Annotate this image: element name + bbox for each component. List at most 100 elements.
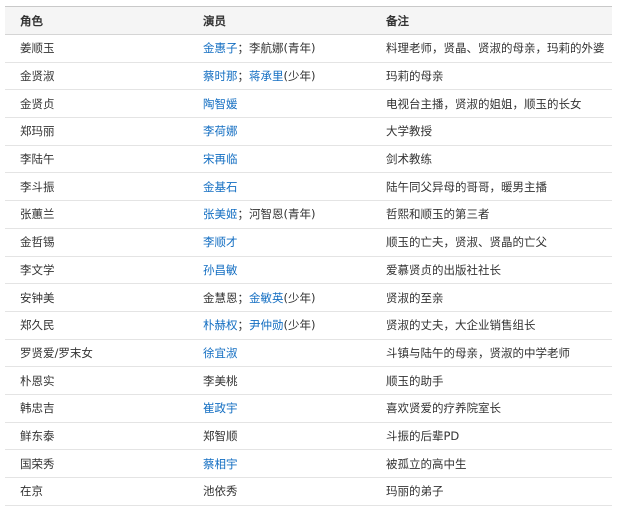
note-cell: 大学教授: [371, 117, 612, 146]
table-row: 郑玛丽 李荷娜 大学教授: [5, 117, 612, 146]
header-note: 备注: [371, 7, 612, 35]
actor-cell: 李美桃: [188, 366, 371, 395]
note-cell: 斗振的后辈PD: [371, 422, 612, 451]
actor-link[interactable]: 崔政宇: [203, 401, 238, 415]
cast-table-container: 角色 演员 备注 姜顺玉 金惠子；李航娜(青年) 料理老师，贤晶、贤淑的母亲，玛莉的…: [0, 0, 617, 506]
role-cell: 鲜东泰: [5, 422, 188, 451]
actor-link[interactable]: 孙昌敏: [203, 263, 238, 277]
actor-cell: 徐宜淑: [188, 339, 371, 368]
role-cell: 安钟美: [5, 283, 188, 312]
actor-text: ；: [237, 290, 250, 305]
actor-link[interactable]: 金敏英: [249, 291, 284, 305]
actor-text: ；李航娜(青年): [237, 41, 316, 56]
note-cell: 电视台主播，贤淑的姐姐，顺玉的长女: [371, 89, 612, 119]
role-cell: 李陆午: [5, 145, 188, 174]
note-cell: 贤淑的丈夫，大企业销售组长: [371, 311, 612, 340]
note-cell: 爱慕贤贞的出版社社长: [371, 256, 612, 285]
table-row: 郑久民 朴赫权；尹仲勋(少年) 贤淑的丈夫，大企业销售组长: [5, 311, 612, 340]
table-header: 角色 演员 备注: [5, 7, 612, 35]
note-cell: 料理老师，贤晶、贤淑的母亲，玛莉的外婆: [371, 34, 612, 63]
table-row: 朴恩实 李美桃 顺玉的助手: [5, 366, 612, 395]
note-cell: 陆午同父异母的哥哥，暖男主播: [371, 172, 612, 202]
actor-cell: 陶智媛: [188, 89, 371, 119]
note-cell: 玛莉的母亲: [371, 62, 612, 91]
actor-cell: 金惠子；李航娜(青年): [188, 34, 371, 63]
actor-cell: 蔡时那；蒋承里(少年): [188, 62, 371, 91]
actor-cell: 金基石: [188, 172, 371, 202]
role-cell: 金贤贞: [5, 89, 188, 119]
role-cell: 罗贤爱/罗末女: [5, 339, 188, 368]
table-body: 姜顺玉 金惠子；李航娜(青年) 料理老师，贤晶、贤淑的母亲，玛莉的外婆 金贤淑 蔡时那；…: [5, 34, 612, 506]
table-row: 李陆午 宋再临 剑术教练: [5, 145, 612, 174]
role-cell: 郑久民: [5, 311, 188, 340]
table-row: 安钟美 金慧恩；金敏英(少年) 贤淑的至亲: [5, 283, 612, 312]
role-cell: 国荣秀: [5, 449, 188, 478]
role-cell: 郑玛丽: [5, 117, 188, 146]
table-row: 张蕙兰 张美姬；河智恩(青年) 哲熙和顺玉的第三者: [5, 200, 612, 229]
note-cell: 玛丽的弟子: [371, 477, 612, 506]
actor-text: (少年): [283, 69, 316, 84]
actor-link[interactable]: 蒋承里: [249, 69, 284, 83]
actor-link[interactable]: 蔡时那: [203, 69, 238, 83]
actor-text: ；河智恩(青年): [237, 207, 316, 222]
role-cell: 韩忠吉: [5, 394, 188, 423]
actor-cell: 金慧恩；金敏英(少年): [188, 283, 371, 312]
role-cell: 姜顺玉: [5, 34, 188, 63]
actor-text: 郑智顺: [203, 428, 238, 443]
actor-text: 池依秀: [203, 484, 238, 499]
note-cell: 哲熙和顺玉的第三者: [371, 200, 612, 229]
note-cell: 被孤立的高中生: [371, 449, 612, 478]
actor-cell: 宋再临: [188, 145, 371, 174]
role-cell: 在京: [5, 477, 188, 506]
actor-text: 金慧恩: [203, 290, 238, 305]
table-row: 李文学 孙昌敏 爱慕贤贞的出版社社长: [5, 256, 612, 285]
role-cell: 李斗振: [5, 172, 188, 202]
note-cell: 喜欢贤爱的疗养院室长: [371, 394, 612, 423]
table-row: 金哲锡 李顺才 顺玉的亡夫，贤淑、贤晶的亡父: [5, 228, 612, 257]
actor-cell: 崔政宇: [188, 394, 371, 423]
actor-link[interactable]: 张美姬: [203, 207, 238, 221]
table-row: 国荣秀 蔡相宇 被孤立的高中生: [5, 449, 612, 478]
actor-link[interactable]: 金惠子: [203, 41, 238, 55]
role-cell: 金哲锡: [5, 228, 188, 257]
actor-cell: 蔡相宇: [188, 449, 371, 478]
actor-link[interactable]: 朴赫权: [203, 318, 238, 332]
header-actor: 演员: [188, 7, 371, 35]
actor-link[interactable]: 蔡相宇: [203, 457, 238, 471]
table-row: 鲜东泰 郑智顺 斗振的后辈PD: [5, 422, 612, 451]
actor-text: ；: [237, 69, 250, 84]
actor-link[interactable]: 尹仲勋: [249, 318, 284, 332]
actor-link[interactable]: 徐宜淑: [203, 346, 238, 360]
table-row: 李斗振 金基石 陆午同父异母的哥哥，暖男主播: [5, 172, 612, 202]
header-row: 角色 演员 备注: [5, 7, 612, 35]
actor-text: 李美桃: [203, 373, 238, 388]
actor-cell: 池依秀: [188, 477, 371, 506]
note-cell: 斗镇与陆午的母亲，贤淑的中学老师: [371, 339, 612, 368]
header-role: 角色: [5, 7, 188, 35]
actor-text: ；: [237, 318, 250, 333]
table-row: 罗贤爱/罗末女 徐宜淑 斗镇与陆午的母亲，贤淑的中学老师: [5, 339, 612, 368]
actor-link[interactable]: 陶智媛: [203, 97, 238, 111]
actor-link[interactable]: 宋再临: [203, 152, 238, 166]
role-cell: 朴恩实: [5, 366, 188, 395]
role-cell: 张蕙兰: [5, 200, 188, 229]
actor-cell: 李顺才: [188, 228, 371, 257]
actor-cell: 郑智顺: [188, 422, 371, 451]
table-row: 韩忠吉 崔政宇 喜欢贤爱的疗养院室长: [5, 394, 612, 423]
table-row: 金贤淑 蔡时那；蒋承里(少年) 玛莉的母亲: [5, 62, 612, 91]
table-row: 姜顺玉 金惠子；李航娜(青年) 料理老师，贤晶、贤淑的母亲，玛莉的外婆: [5, 34, 612, 63]
table-row: 在京 池依秀 玛丽的弟子: [5, 477, 612, 506]
note-cell: 贤淑的至亲: [371, 283, 612, 312]
actor-link[interactable]: 李荷娜: [203, 124, 238, 138]
note-cell: 剑术教练: [371, 145, 612, 174]
table-row: 金贤贞 陶智媛 电视台主播，贤淑的姐姐，顺玉的长女: [5, 89, 612, 119]
actor-link[interactable]: 金基石: [203, 180, 238, 194]
actor-cell: 李荷娜: [188, 117, 371, 146]
note-cell: 顺玉的亡夫，贤淑、贤晶的亡父: [371, 228, 612, 257]
actor-cell: 朴赫权；尹仲勋(少年): [188, 311, 371, 340]
role-cell: 金贤淑: [5, 62, 188, 91]
note-cell: 顺玉的助手: [371, 366, 612, 395]
actor-text: (少年): [283, 318, 316, 333]
role-cell: 李文学: [5, 256, 188, 285]
actor-link[interactable]: 李顺才: [203, 235, 238, 249]
